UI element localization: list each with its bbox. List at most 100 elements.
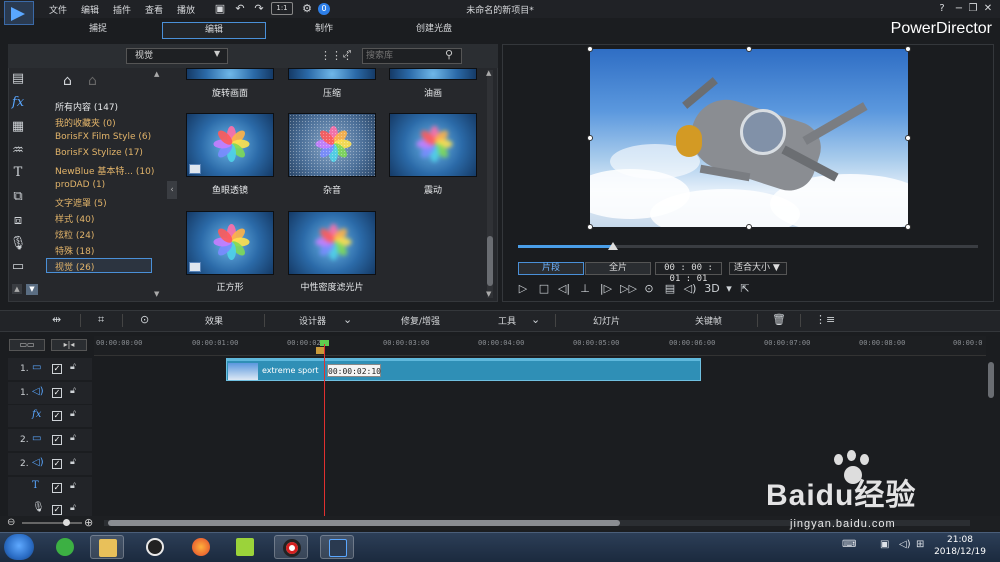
category-scroll-up-icon[interactable]: ▲: [154, 70, 159, 78]
track-enable-checkbox[interactable]: ✓: [52, 364, 62, 374]
fit-timeline-icon[interactable]: ▸|◂: [51, 339, 87, 351]
tab-capture[interactable]: 捕捉: [46, 22, 150, 39]
tools-button[interactable]: 工具: [498, 314, 516, 327]
resize-handle[interactable]: [587, 135, 593, 141]
designer-button[interactable]: 设计器: [299, 314, 326, 327]
start-button[interactable]: [4, 534, 34, 560]
tab-produce[interactable]: 制作: [272, 22, 376, 39]
chevron-circle-icon[interactable]: ⊙: [140, 313, 149, 326]
stop-icon[interactable]: □: [537, 282, 551, 296]
track-enable-checkbox[interactable]: ✓: [52, 411, 62, 421]
undock-icon[interactable]: ⇱: [738, 282, 752, 296]
resize-handle[interactable]: [905, 135, 911, 141]
category-scroll-down-icon[interactable]: ▼: [154, 290, 159, 298]
speaker-icon[interactable]: ◁): [899, 539, 911, 550]
track-enable-checkbox[interactable]: ✓: [52, 483, 62, 493]
add-favorite-icon[interactable]: ⌂: [63, 73, 72, 89]
lock-icon[interactable]: 🔓︎: [70, 362, 76, 372]
chevron-down-icon[interactable]: ▾: [722, 282, 736, 296]
track-enable-checkbox[interactable]: ✓: [52, 388, 62, 398]
minimize-button[interactable]: −: [953, 3, 965, 15]
taskbar-app-media[interactable]: [228, 535, 262, 559]
library-filter-select[interactable]: 视觉: [126, 48, 228, 64]
timeline-horizontal-scrollbar-thumb[interactable]: [108, 520, 620, 526]
effect-thumb-fisheye[interactable]: [186, 113, 274, 177]
category-item[interactable]: proDAD (1): [55, 180, 105, 190]
lock-icon[interactable]: 🔓︎: [70, 386, 76, 396]
clip-mode-button[interactable]: 片段: [518, 262, 584, 275]
category-item[interactable]: 我的收藏夹 (0): [55, 116, 116, 129]
scrubber-handle[interactable]: [608, 242, 619, 250]
lock-icon[interactable]: 🔓︎: [70, 457, 76, 467]
title-room-icon[interactable]: T: [8, 164, 28, 182]
tab-edit[interactable]: 编辑: [162, 22, 266, 39]
effect-thumb-compress[interactable]: [288, 68, 376, 80]
category-item[interactable]: BorisFX Stylize (17): [55, 148, 143, 158]
taskbar-app-qq[interactable]: [138, 535, 172, 559]
effect-thumb-rotate[interactable]: [186, 68, 274, 80]
subtitle-icon[interactable]: ▤: [663, 282, 677, 296]
effect-thumb-square[interactable]: [186, 211, 274, 275]
tab-create-disc[interactable]: 创建光盘: [382, 22, 486, 39]
trash-icon[interactable]: 🗑: [772, 313, 786, 326]
chevron-down-icon[interactable]: ⌄: [531, 313, 540, 326]
expand-icon[interactable]: ⤢: [343, 49, 351, 60]
snap-icon[interactable]: ⇹: [52, 313, 61, 326]
category-item-selected[interactable]: 视觉 (26): [55, 260, 94, 273]
taskbar-app-browser[interactable]: [48, 535, 82, 559]
audio-mixing-icon[interactable]: ⧈: [8, 212, 28, 230]
split-icon[interactable]: ⊥: [578, 282, 592, 296]
library-scrollbar-thumb[interactable]: [487, 236, 493, 286]
remove-favorite-icon[interactable]: ⌂: [88, 73, 97, 89]
keyframe-button[interactable]: 关键帧: [695, 314, 722, 327]
help-button[interactable]: ?: [936, 3, 948, 15]
track-enable-checkbox[interactable]: ✓: [52, 459, 62, 469]
clock-time[interactable]: 21:08: [930, 535, 990, 545]
lock-icon[interactable]: 🔓︎: [70, 503, 76, 513]
media-room-icon[interactable]: ▤: [8, 70, 28, 88]
search-icon[interactable]: ⚲: [445, 48, 453, 61]
zoom-in-icon[interactable]: ⊕: [84, 516, 93, 529]
transition-room-icon[interactable]: ⧉: [8, 188, 28, 206]
category-item[interactable]: 样式 (40): [55, 212, 94, 225]
taskbar-app-explorer[interactable]: [90, 535, 124, 559]
track-enable-checkbox[interactable]: ✓: [52, 435, 62, 445]
resize-handle[interactable]: [905, 46, 911, 52]
volume-icon[interactable]: ◁): [683, 282, 697, 296]
next-frame-icon[interactable]: |▷: [599, 282, 613, 296]
fit-size-select[interactable]: 适合大小 ▼: [729, 262, 787, 275]
network-icon[interactable]: ▣: [880, 539, 889, 550]
resize-handle[interactable]: [746, 46, 752, 52]
resize-handle[interactable]: [746, 224, 752, 230]
lock-icon[interactable]: 🔓︎: [70, 481, 76, 491]
library-scroll-up-icon[interactable]: ▲: [486, 69, 491, 77]
particle-room-icon[interactable]: ♒: [8, 142, 28, 160]
zoom-slider[interactable]: [22, 522, 82, 524]
resize-handle[interactable]: [587, 46, 593, 52]
collapse-panel-icon[interactable]: ‹: [167, 181, 177, 199]
library-scroll-down-icon[interactable]: ▼: [486, 290, 491, 298]
category-item[interactable]: 炫粒 (24): [55, 228, 94, 241]
taskbar-app-powerdirector[interactable]: [320, 535, 354, 559]
category-item[interactable]: 所有内容 (147): [55, 100, 118, 113]
clock-date[interactable]: 2018/12/19: [930, 547, 990, 557]
lock-icon[interactable]: 🔓︎: [70, 409, 76, 419]
effects-room-icon[interactable]: fx: [8, 94, 28, 112]
taskbar-app-recorder[interactable]: [274, 535, 308, 559]
track-enable-checkbox[interactable]: ✓: [52, 505, 62, 515]
effect-thumb-shake[interactable]: [389, 113, 477, 177]
effect-thumb-oil[interactable]: [389, 68, 477, 80]
crop-icon[interactable]: ⌗: [98, 313, 104, 327]
resize-handle[interactable]: [905, 224, 911, 230]
timecode-display[interactable]: 00 : 00 : 01 : 01: [655, 262, 722, 284]
category-item[interactable]: NewBlue 基本特... (10): [55, 164, 154, 177]
search-input[interactable]: [363, 49, 443, 63]
restore-button[interactable]: ❐: [967, 3, 979, 15]
movie-mode-button[interactable]: 全片: [585, 262, 651, 275]
chevron-down-icon[interactable]: ▼: [214, 49, 220, 58]
voice-over-icon[interactable]: 🎙: [8, 235, 28, 253]
effect-thumb-nd-filter[interactable]: [288, 211, 376, 275]
taskbar-app-firefox[interactable]: [184, 535, 218, 559]
ime-icon[interactable]: ⊞: [916, 539, 924, 550]
resize-handle[interactable]: [587, 224, 593, 230]
